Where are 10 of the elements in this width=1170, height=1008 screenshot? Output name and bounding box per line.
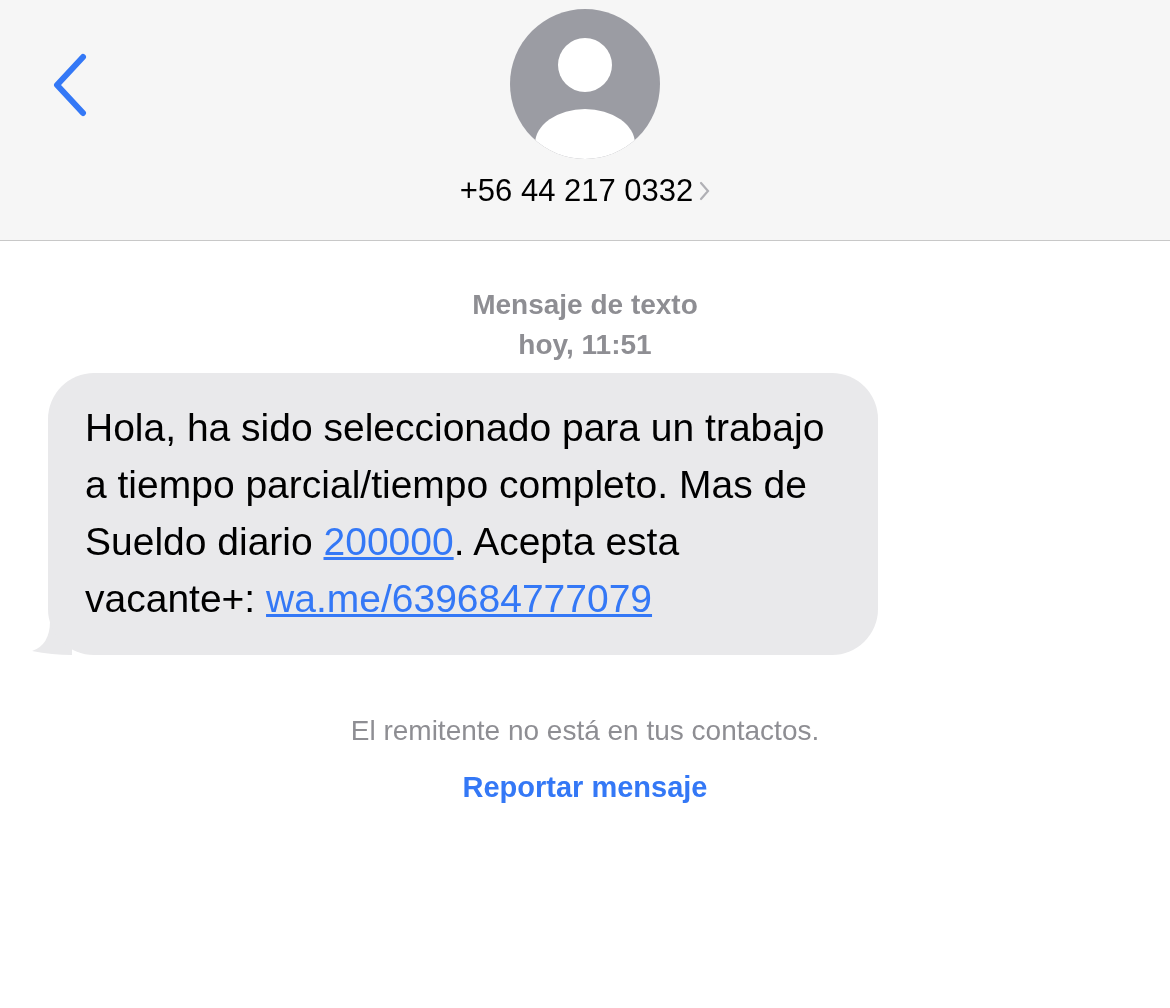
message-service-label: Mensaje de texto: [472, 288, 698, 322]
message-text: Hola, ha sido seleccionado para un trabajo a tiempo parcial/tiempo completo. Mas de Sueldo diario 200000. Acepta esta vacante+: wa.me/639684777079: [85, 405, 826, 622]
contact-number-button[interactable]: +56 44 217 0332: [459, 175, 711, 206]
report-message-link[interactable]: Reportar mensaje: [462, 767, 708, 807]
avatar-icon[interactable]: [510, 9, 660, 159]
chevron-right-icon: [699, 180, 711, 201]
message-link[interactable]: 200000: [323, 520, 454, 563]
sender-notice: El remitente no está en tus contactos.: [350, 714, 820, 748]
message-timestamp: hoy, 11:51: [518, 328, 652, 362]
message-link[interactable]: wa.me/639684777079: [266, 577, 653, 620]
